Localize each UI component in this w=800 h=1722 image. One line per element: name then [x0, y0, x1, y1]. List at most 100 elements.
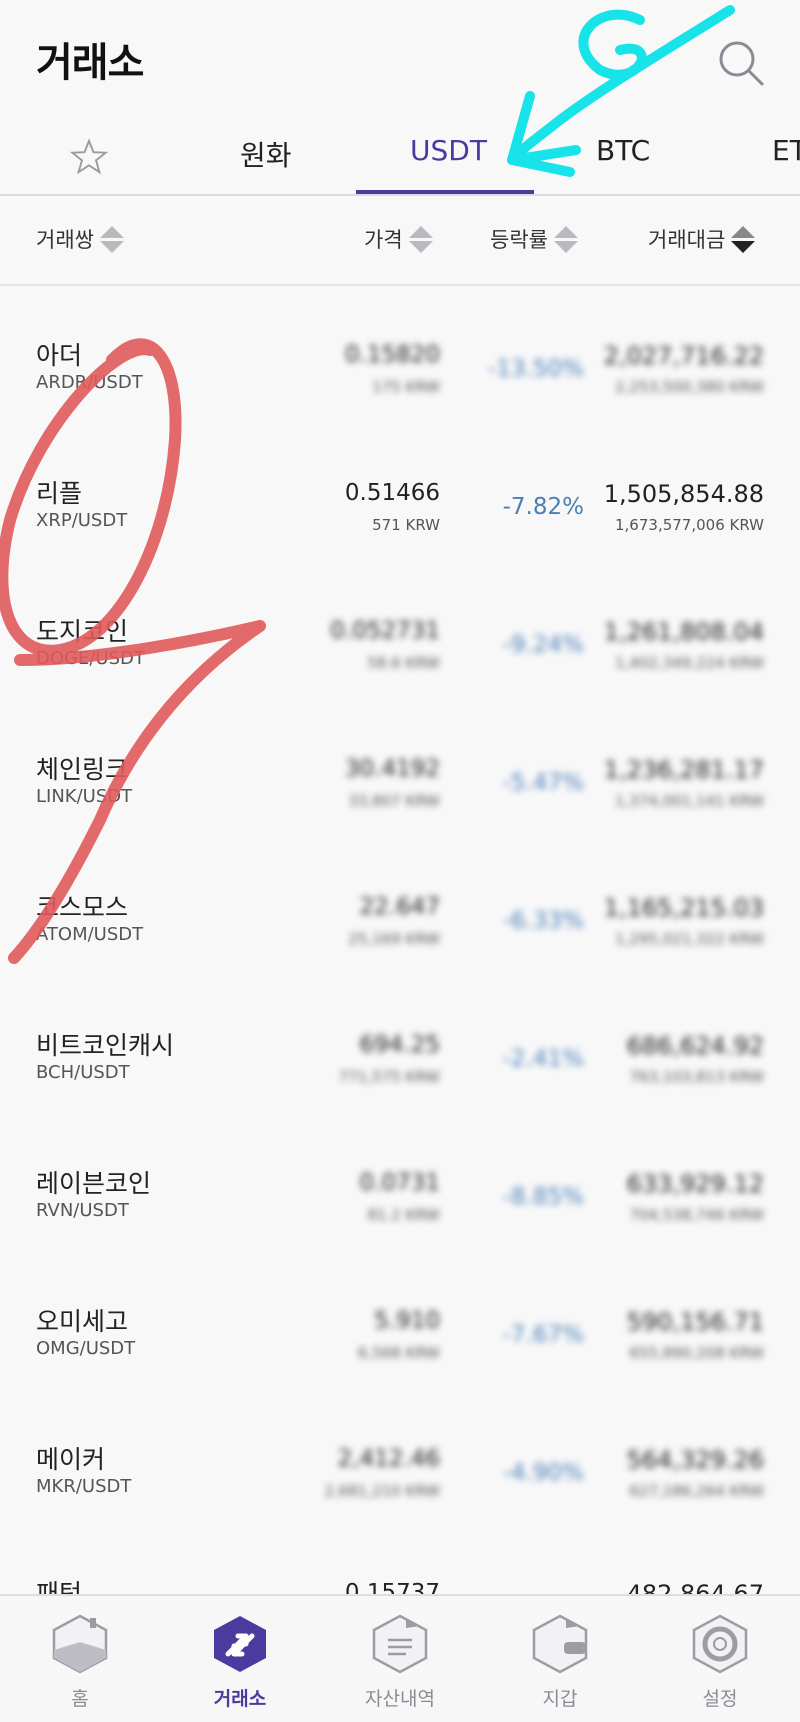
- sort-arrows-icon: [408, 224, 433, 254]
- tab-krw[interactable]: 원화: [240, 134, 292, 174]
- search-icon[interactable]: [716, 38, 766, 88]
- tab-usdt[interactable]: USDT: [410, 134, 487, 167]
- table-row[interactable]: 비트코인캐시 BCH/USDT 694.25 771,575 KRW -2.41…: [0, 982, 800, 1121]
- change-rate: -7.67%: [502, 1322, 584, 1348]
- nav-label: 자산내역: [365, 1688, 435, 1710]
- table-row[interactable]: 리플 XRP/USDT 0.51466 571 KRW -7.82% 1,505…: [0, 430, 800, 569]
- price-krw: 571 KRW: [372, 516, 440, 534]
- nav-label: 설정: [702, 1688, 738, 1710]
- tab-btc[interactable]: BTC: [596, 134, 650, 167]
- change-rate: -2.41%: [502, 1046, 584, 1072]
- coin-pair: DOGE/USDT: [36, 648, 145, 669]
- favorites-star-icon[interactable]: [70, 138, 108, 176]
- table-row[interactable]: 도지코인 DOGE/USDT 0.052731 58.6 KRW -9.24% …: [0, 568, 800, 707]
- change-rate: -4.90%: [502, 1460, 584, 1486]
- volume: 590,156.71: [626, 1308, 764, 1336]
- sort-arrows-icon: [553, 224, 578, 254]
- volume: 1,236,281.17: [603, 756, 764, 784]
- volume: 2,027,716.22: [603, 342, 764, 370]
- price: 0.15737: [344, 1580, 440, 1594]
- home-icon: [52, 1614, 108, 1674]
- market-list: 아더 ARDR/USDT 0.15820 175 KRW -13.50% 2,0…: [0, 292, 800, 1594]
- page-title: 거래소: [36, 40, 144, 86]
- settings-gear-icon: [692, 1614, 748, 1674]
- coin-name: 리플: [36, 479, 83, 508]
- bottom-navigation: 홈 거래소 자산내역 지갑 설정: [0, 1594, 800, 1722]
- document-icon: [372, 1614, 428, 1674]
- nav-label: 거래소: [213, 1688, 267, 1710]
- price-krw: 2,681,210 KRW: [324, 1482, 440, 1500]
- sort-by-pair[interactable]: 거래쌍: [36, 224, 124, 254]
- nav-settings[interactable]: 설정: [650, 1612, 790, 1718]
- price: 0.0731: [359, 1170, 440, 1196]
- sort-by-price[interactable]: 가격: [364, 224, 433, 254]
- coin-name: 메이커: [36, 1445, 106, 1474]
- table-row[interactable]: 오미세고 OMG/USDT 5.910 6,568 KRW -7.67% 590…: [0, 1258, 800, 1397]
- price: 30.4192: [344, 756, 440, 782]
- nav-label: 홈: [71, 1688, 89, 1710]
- coin-name: 도지코인: [36, 617, 129, 646]
- change-rate: -13.50%: [488, 356, 584, 382]
- nav-wallet[interactable]: 지갑: [490, 1612, 630, 1718]
- volume-krw: 2,253,500,380 KRW: [615, 378, 764, 396]
- column-header: 거래쌍 가격 등락률 거래대금: [0, 196, 800, 286]
- table-row[interactable]: 코스모스 ATOM/USDT 22.647 25,169 KRW -6.33% …: [0, 844, 800, 983]
- column-label-change: 등락률: [490, 228, 548, 252]
- volume-krw: 1,295,021,322 KRW: [615, 930, 764, 948]
- volume: 482,864.67: [626, 1580, 764, 1594]
- change-rate: -7.82%: [502, 494, 584, 520]
- nav-home[interactable]: 홈: [10, 1612, 150, 1718]
- coin-name: 오미세고: [36, 1307, 129, 1336]
- coin-pair: XRP/USDT: [36, 510, 128, 531]
- coin-pair: OMG/USDT: [36, 1338, 136, 1359]
- exchange-icon: [214, 1616, 266, 1672]
- volume-krw: 627,186,264 KRW: [629, 1482, 764, 1500]
- column-label-volume: 거래대금: [648, 228, 726, 252]
- coin-name: 레이븐코인: [36, 1169, 152, 1198]
- market-tabs: 원화 USDT BTC ETH: [0, 110, 800, 196]
- volume: 564,329.26: [626, 1446, 764, 1474]
- nav-assets[interactable]: 자산내역: [330, 1612, 470, 1718]
- sort-desc-icon: [731, 224, 756, 254]
- change-rate: -9.24%: [502, 632, 584, 658]
- coin-pair: RVN/USDT: [36, 1200, 129, 1221]
- table-row[interactable]: 체인링크 LINK/USDT 30.4192 33,807 KRW -5.47%…: [0, 706, 800, 845]
- column-label-pair: 거래쌍: [36, 228, 94, 252]
- table-row[interactable]: 메이커 MKR/USDT 2,412.46 2,681,210 KRW -4.9…: [0, 1396, 800, 1535]
- nav-label: 지갑: [542, 1688, 578, 1710]
- volume: 633,929.12: [626, 1170, 764, 1198]
- nav-exchange[interactable]: 거래소: [170, 1612, 310, 1718]
- tab-eth[interactable]: ETH: [772, 134, 800, 167]
- price: 22.647: [359, 894, 440, 920]
- coin-name: 체인링크: [36, 755, 129, 784]
- table-row[interactable]: 패턴 0.15737 482,864.67: [0, 1534, 800, 1594]
- table-row[interactable]: 레이븐코인 RVN/USDT 0.0731 81.2 KRW -8.85% 63…: [0, 1120, 800, 1259]
- price-krw: 33,807 KRW: [348, 792, 440, 810]
- price: 694.25: [359, 1032, 440, 1058]
- change-rate: -6.33%: [502, 908, 584, 934]
- volume: 686,624.92: [626, 1032, 764, 1060]
- volume-krw: 763,103,813 KRW: [629, 1068, 764, 1086]
- price-krw: 175 KRW: [372, 378, 440, 396]
- volume-krw: 655,890,208 KRW: [629, 1344, 764, 1362]
- sort-by-volume[interactable]: 거래대금: [648, 224, 756, 254]
- volume-krw: 1,374,001,141 KRW: [615, 792, 764, 810]
- sort-by-change[interactable]: 등락률: [490, 224, 578, 254]
- coin-name: 비트코인캐시: [36, 1031, 175, 1060]
- volume-krw: 1,402,349,224 KRW: [615, 654, 764, 672]
- volume-krw: 704,538,746 KRW: [629, 1206, 764, 1224]
- app-header: 거래소: [0, 0, 800, 110]
- price: 0.052731: [330, 618, 440, 644]
- price: 5.910: [374, 1308, 440, 1334]
- price-krw: 771,575 KRW: [338, 1068, 440, 1086]
- price-krw: 81.2 KRW: [367, 1206, 440, 1224]
- change-rate: -8.85%: [502, 1184, 584, 1210]
- sort-arrows-icon: [99, 224, 124, 254]
- price: 0.51466: [344, 480, 440, 506]
- price: 0.15820: [344, 342, 440, 368]
- price: 2,412.46: [337, 1446, 440, 1472]
- volume: 1,165,215.03: [603, 894, 764, 922]
- table-row[interactable]: 아더 ARDR/USDT 0.15820 175 KRW -13.50% 2,0…: [0, 292, 800, 431]
- column-label-price: 가격: [364, 228, 403, 252]
- coin-name: 패턴: [36, 1579, 83, 1594]
